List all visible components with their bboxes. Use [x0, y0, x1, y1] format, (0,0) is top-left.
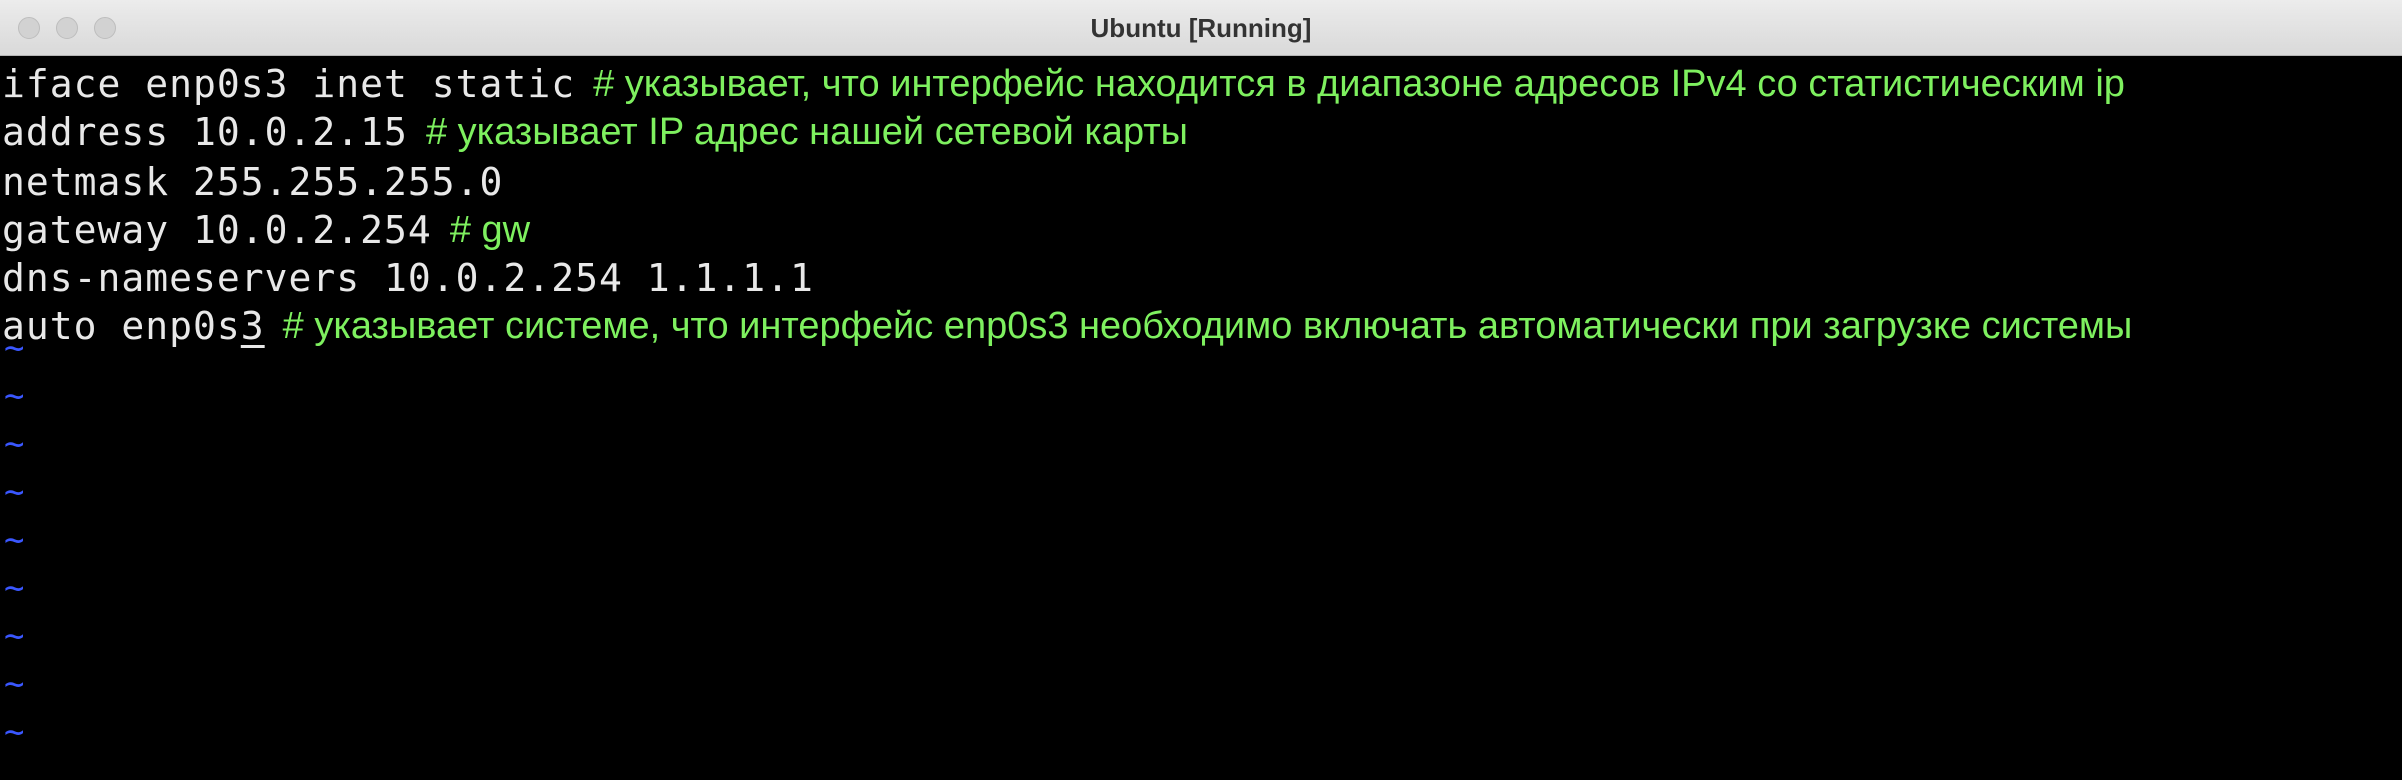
empty-line-marker: ~: [4, 328, 25, 368]
empty-line-marker: ~: [4, 520, 25, 560]
config-code: iface enp0s3 inet static: [2, 62, 576, 106]
vm-window: Ubuntu [Running] iface enp0s3 inet stati…: [0, 0, 2402, 780]
config-comment: # указывает системе, что интерфейс enp0s…: [282, 304, 2133, 347]
empty-line-marker: ~: [4, 472, 25, 512]
editor-line: dns-nameservers 10.0.2.254 1.1.1.1: [2, 254, 814, 302]
config-code: dns-nameservers 10.0.2.254 1.1.1.1: [2, 256, 814, 300]
empty-line-marker: ~: [4, 712, 25, 752]
editor-line: gateway 10.0.2.254 # gw: [2, 206, 530, 254]
text-cursor: 3: [240, 304, 265, 348]
config-code: gateway 10.0.2.254: [2, 208, 432, 252]
config-comment: # указывает IP адрес нашей сетевой карты: [425, 110, 1188, 153]
terminal-editor[interactable]: iface enp0s3 inet static # указывает, чт…: [0, 56, 2402, 780]
empty-line-marker: ~: [4, 664, 25, 704]
empty-line-marker: ~: [4, 376, 25, 416]
editor-line: iface enp0s3 inet static # указывает, чт…: [2, 60, 2125, 108]
config-comment: # gw: [449, 208, 531, 251]
config-code: address 10.0.2.15: [2, 110, 408, 154]
config-code: auto enp0s3: [2, 304, 265, 348]
title-bar[interactable]: Ubuntu [Running]: [0, 0, 2402, 56]
config-code: netmask 255.255.255.0: [2, 160, 504, 204]
empty-line-marker: ~: [4, 616, 25, 656]
editor-line: auto enp0s3 # указывает системе, что инт…: [2, 302, 2132, 350]
empty-line-marker: ~: [4, 568, 25, 608]
editor-line: address 10.0.2.15 # указывает IP адрес н…: [2, 108, 1188, 156]
empty-line-marker: ~: [4, 424, 25, 464]
window-title: Ubuntu [Running]: [1090, 13, 1312, 43]
editor-line: netmask 255.255.255.0: [2, 158, 503, 206]
config-code-text: auto enp0s: [2, 304, 241, 348]
config-comment: # указывает, что интерфейс находится в д…: [593, 62, 2125, 105]
